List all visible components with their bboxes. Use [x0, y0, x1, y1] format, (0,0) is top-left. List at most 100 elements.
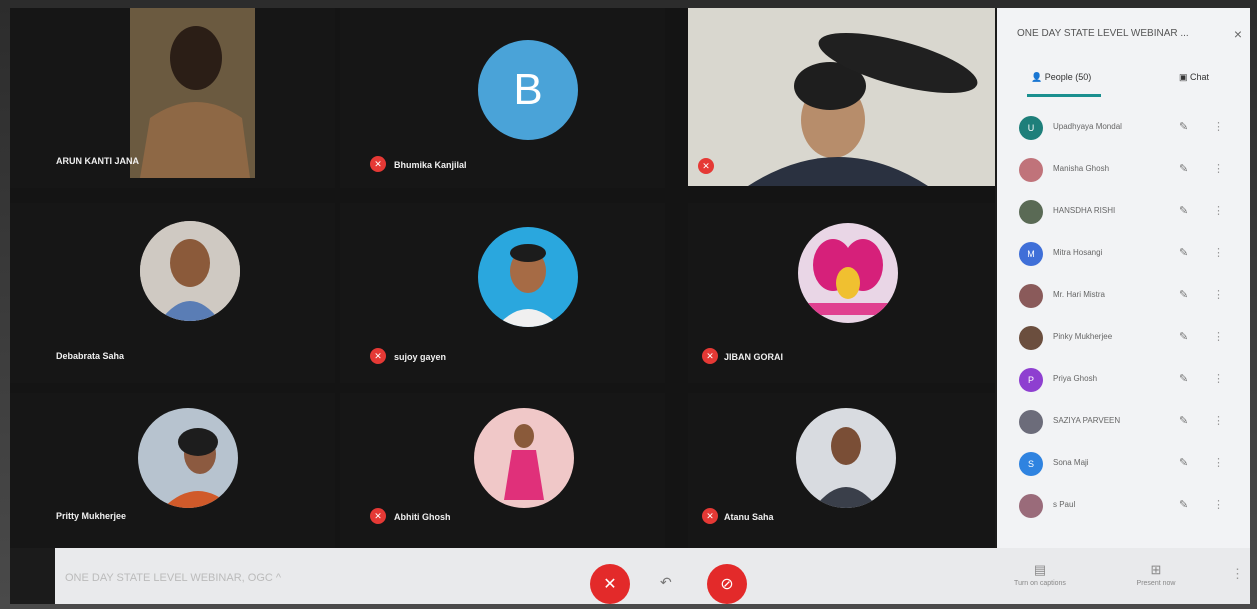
captions-button[interactable]: ▤ Turn on captions: [1005, 562, 1075, 587]
participant-row[interactable]: HANSDHA RISHI ✎ ⋮: [997, 192, 1250, 230]
participant-grid: ARUN KANTI JANA B ✕ Bhumika Kanjilal ✕ D…: [10, 8, 995, 548]
more-vert-icon[interactable]: ⋮: [1213, 372, 1224, 385]
participant-row[interactable]: P Priya Ghosh ✎ ⋮: [997, 360, 1250, 398]
tile-jiban[interactable]: ✕ JIBAN GORAI: [688, 203, 995, 383]
participant-row[interactable]: Pinky Mukherjee ✎ ⋮: [997, 318, 1250, 356]
avatar: [1019, 410, 1043, 434]
participant-row[interactable]: SAZIYA PARVEEN ✎ ⋮: [997, 402, 1250, 440]
participant-row[interactable]: Manisha Ghosh ✎ ⋮: [997, 150, 1250, 188]
avatar: [798, 223, 898, 323]
present-icon: ⊞: [1150, 562, 1162, 577]
mic-toggle-button[interactable]: ✕: [590, 564, 630, 604]
more-vert-icon[interactable]: ⋮: [1213, 162, 1224, 175]
end-call-icon[interactable]: ↶: [660, 574, 672, 591]
more-vert-icon[interactable]: ⋮: [1213, 414, 1224, 427]
profile-photo-icon: [474, 408, 574, 508]
tile-abhiti[interactable]: ✕ Abhiti Ghosh: [340, 393, 665, 548]
participant-row[interactable]: S Sona Maji ✎ ⋮: [997, 444, 1250, 482]
camera-toggle-button[interactable]: ⊘: [707, 564, 747, 604]
mic-muted-icon: ✕: [702, 508, 718, 524]
meeting-title[interactable]: ONE DAY STATE LEVEL WEBINAR, OGC ^: [65, 572, 281, 584]
tile-video-participant[interactable]: ✕: [688, 8, 995, 186]
participant-row[interactable]: U Upadhyaya Mondal ✎ ⋮: [997, 108, 1250, 146]
participant-video: [688, 8, 995, 186]
mic-muted-icon: ✎: [1179, 415, 1189, 427]
present-button[interactable]: ⊞ Present now: [1121, 562, 1191, 587]
more-vert-icon[interactable]: ⋮: [1213, 120, 1224, 133]
tile-atanu[interactable]: ✕ Atanu Saha: [688, 393, 995, 548]
mic-muted-icon: ✕: [698, 158, 714, 174]
mic-muted-icon: ✎: [1179, 247, 1189, 259]
mic-muted-icon: ✎: [1179, 331, 1189, 343]
avatar: U: [1019, 116, 1043, 140]
avatar: S: [1019, 452, 1043, 476]
avatar: [1019, 326, 1043, 350]
meeting-screen: ARUN KANTI JANA B ✕ Bhumika Kanjilal ✕ D…: [10, 8, 1250, 604]
people-panel: ONE DAY STATE LEVEL WEBINAR ... × 👤 Peop…: [997, 8, 1250, 548]
avatar: [1019, 284, 1043, 308]
avatar: [138, 408, 238, 508]
participant-name: Atanu Saha: [724, 512, 774, 522]
avatar: [1019, 494, 1043, 518]
mic-muted-icon: ✎: [1179, 457, 1189, 469]
avatar: B: [478, 40, 578, 140]
avatar: P: [1019, 368, 1043, 392]
participant-name: Manisha Ghosh: [1053, 164, 1110, 173]
more-vert-icon[interactable]: ⋮: [1213, 498, 1224, 511]
person-silhouette-icon: [130, 8, 255, 178]
participant-name: ARUN KANTI JANA: [56, 156, 139, 166]
tab-chat[interactable]: ▣ Chat: [1179, 72, 1209, 83]
avatar: [474, 408, 574, 508]
participant-name: Mitra Hosangi: [1053, 248, 1103, 257]
panel-title: ONE DAY STATE LEVEL WEBINAR ...: [1017, 28, 1189, 39]
participant-name: Mr. Hari Mistra: [1053, 290, 1105, 299]
close-icon[interactable]: ×: [1234, 26, 1242, 42]
more-vert-icon[interactable]: ⋮: [1213, 288, 1224, 301]
more-vert-icon[interactable]: ⋮: [1213, 456, 1224, 469]
participant-name: HANSDHA RISHI: [1053, 206, 1116, 215]
more-vert-icon[interactable]: ⋮: [1213, 204, 1224, 217]
tile-arun[interactable]: ARUN KANTI JANA: [10, 8, 335, 188]
tile-debabrata[interactable]: Debabrata Saha: [10, 203, 335, 383]
profile-photo-icon: [138, 408, 238, 508]
camera-off-icon: ⊘: [720, 576, 734, 593]
tab-people[interactable]: 👤 People (50): [1031, 72, 1091, 83]
chevron-up-icon: ^: [275, 572, 282, 584]
participant-name: Sona Maji: [1053, 458, 1089, 467]
avatar: M: [1019, 242, 1043, 266]
avatar: [1019, 158, 1043, 182]
participant-name: Abhiti Ghosh: [394, 512, 451, 522]
participant-name: Upadhyaya Mondal: [1053, 122, 1122, 131]
mic-muted-icon: ✎: [1179, 289, 1189, 301]
meeting-title-text: ONE DAY STATE LEVEL WEBINAR, OGC: [65, 572, 273, 584]
avatar: [140, 221, 240, 321]
flower-image-icon: [798, 223, 898, 323]
participant-name: JIBAN GORAI: [724, 352, 784, 362]
participant-row[interactable]: s Paul ✎ ⋮: [997, 486, 1250, 524]
chat-icon: ▣: [1179, 72, 1188, 82]
participant-name: sujoy gayen: [394, 352, 447, 362]
mic-muted-icon: ✎: [1179, 163, 1189, 175]
mic-muted-icon: ✕: [370, 156, 386, 172]
more-vert-icon[interactable]: ⋮: [1213, 246, 1224, 259]
tile-pritty[interactable]: Pritty Mukherjee: [10, 393, 335, 548]
participant-row[interactable]: M Mitra Hosangi ✎ ⋮: [997, 234, 1250, 272]
person-video-icon: [688, 8, 995, 186]
mic-muted-icon: ✕: [702, 348, 718, 364]
more-vert-icon[interactable]: ⋮: [1213, 330, 1224, 343]
avatar: [796, 408, 896, 508]
control-bar: ONE DAY STATE LEVEL WEBINAR, OGC ^ ✕ ↶ ⊘…: [55, 548, 1250, 604]
mic-muted-icon: ✎: [1179, 373, 1189, 385]
present-label: Present now: [1136, 580, 1176, 587]
profile-photo-icon: [140, 221, 240, 321]
participant-row[interactable]: Mr. Hari Mistra ✎ ⋮: [997, 276, 1250, 314]
tile-bhumika[interactable]: B ✕ Bhumika Kanjilal: [340, 8, 665, 188]
more-options-icon[interactable]: ⋮: [1231, 566, 1244, 582]
active-tab-indicator: [1027, 94, 1101, 97]
tile-sujoy[interactable]: ✕ sujoy gayen: [340, 203, 665, 383]
participant-name: s Paul: [1053, 500, 1076, 509]
mic-off-icon: ✕: [603, 576, 617, 593]
profile-photo-icon: [478, 227, 578, 327]
participant-name: Pritty Mukherjee: [56, 511, 127, 521]
mic-muted-icon: ✎: [1179, 205, 1189, 217]
